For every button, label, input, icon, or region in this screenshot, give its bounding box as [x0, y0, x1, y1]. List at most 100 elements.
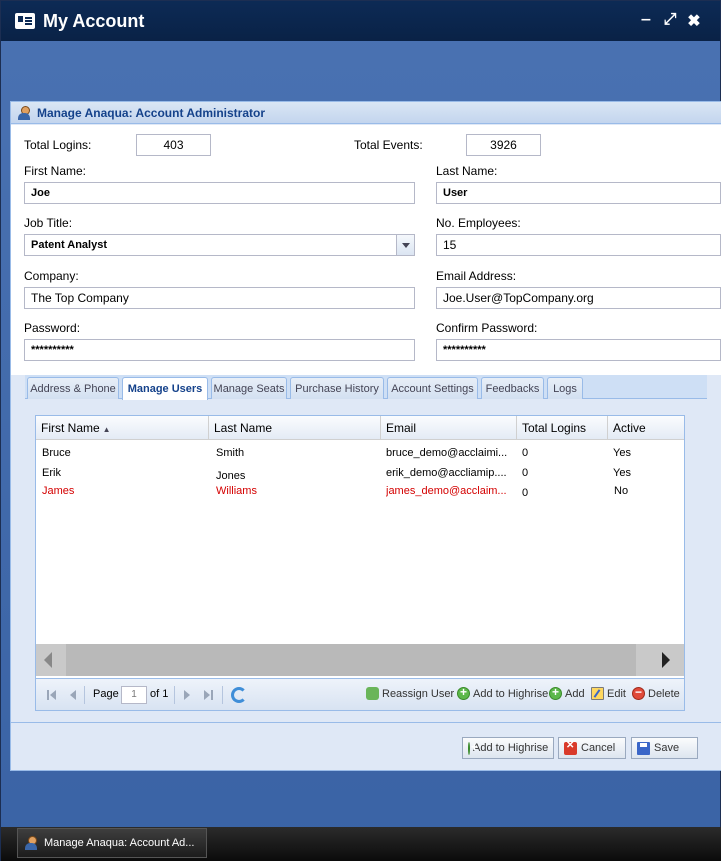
save-button[interactable]: Save — [631, 737, 698, 759]
table-row[interactable]: Bruce Smith bruce_demo@acclaimi... 0 Yes — [36, 444, 684, 464]
dialog-title: Manage Anaqua: Account Administrator — [37, 105, 266, 120]
cell-first-name: Bruce — [42, 447, 71, 459]
cancel-icon — [564, 740, 577, 755]
first-name-field[interactable]: Joe — [24, 182, 415, 204]
add-to-highrise-toolbar-button[interactable]: Add to Highrise — [457, 685, 549, 700]
next-page-icon[interactable] — [184, 690, 194, 700]
cell-email: bruce_demo@acclaimi... — [386, 447, 508, 459]
cell-first-name: James — [42, 485, 75, 497]
password-field[interactable]: ********** — [24, 339, 415, 361]
last-name-field[interactable]: User — [436, 182, 721, 204]
cell-active: Yes — [613, 467, 631, 479]
sort-asc-icon: ▲ — [102, 425, 111, 434]
last-name-label: Last Name: — [436, 164, 498, 178]
tab-strip: Address & Phone Manage Users Manage Seat… — [25, 375, 707, 400]
cell-total-logins: 0 — [522, 447, 529, 459]
window-title: My Account — [43, 10, 145, 31]
tab-account-settings[interactable]: Account Settings — [387, 377, 478, 399]
cell-email: james_demo@acclaim... — [386, 485, 507, 497]
taskbar-item-manage-anaqua[interactable]: Manage Anaqua: Account Ad... — [17, 828, 207, 858]
scroll-left-icon[interactable] — [44, 652, 52, 668]
add-icon — [457, 685, 470, 700]
column-header-active[interactable]: Active — [608, 416, 684, 440]
column-header-total-logins[interactable]: Total Logins — [517, 416, 608, 440]
scroll-thumb[interactable] — [66, 644, 636, 676]
account-form: Total Logins: 403 Total Events: 3926 Fir… — [11, 125, 721, 375]
cell-total-logins: 0 — [522, 487, 529, 499]
window-titlebar: My Account ‒ ⤢ ✖ — [1, 1, 720, 41]
add-icon — [468, 740, 478, 755]
tab-purchase-history[interactable]: Purchase History — [290, 377, 384, 399]
total-logins-field: 403 — [136, 134, 211, 156]
column-header-email[interactable]: Email — [381, 416, 517, 440]
tab-logs[interactable]: Logs — [547, 377, 583, 399]
delete-icon — [632, 685, 645, 700]
tab-address-phone[interactable]: Address & Phone — [27, 377, 119, 399]
window-controls: ‒ ⤢ ✖ — [638, 11, 702, 31]
cell-first-name: Erik — [42, 467, 61, 479]
tab-feedbacks[interactable]: Feedbacks — [481, 377, 544, 399]
first-name-label: First Name: — [24, 164, 87, 178]
job-title-label: Job Title: — [24, 216, 73, 230]
dialog-footer: Add to Highrise Cancel Save — [11, 722, 721, 770]
first-page-icon[interactable] — [47, 690, 60, 700]
edit-user-button[interactable]: Edit — [591, 687, 626, 700]
cell-email: erik_demo@accliamip.... — [386, 467, 507, 479]
employees-field[interactable]: 15 — [436, 234, 721, 256]
last-page-icon[interactable] — [204, 690, 214, 700]
account-admin-dialog: Manage Anaqua: Account Administrator Tot… — [10, 101, 721, 771]
minimize-icon[interactable]: ‒ — [638, 11, 654, 31]
reassign-user-button[interactable]: Reassign User — [366, 687, 454, 700]
cell-total-logins: 0 — [522, 467, 529, 479]
reassign-user-label: Reassign User — [382, 687, 455, 700]
job-title-select[interactable]: Patent Analyst — [24, 234, 415, 256]
chevron-down-icon[interactable] — [396, 235, 414, 255]
scroll-right-icon[interactable] — [662, 652, 670, 668]
tab-manage-seats[interactable]: Manage Seats — [211, 377, 287, 399]
email-field[interactable]: Joe.User@TopCompany.org — [436, 287, 721, 309]
maximize-icon[interactable]: ⤢ — [662, 11, 678, 31]
delete-user-button[interactable]: Delete — [632, 685, 680, 700]
add-icon — [549, 685, 562, 700]
cancel-button[interactable]: Cancel — [558, 737, 626, 759]
tab-manage-users[interactable]: Manage Users — [122, 377, 208, 400]
column-header-first-name[interactable]: First Name ▲ — [36, 416, 209, 440]
cell-last-name: Williams — [216, 485, 257, 497]
add-user-button[interactable]: Add — [549, 685, 585, 700]
page-label: Page — [93, 688, 119, 700]
cell-last-name: Jones — [216, 470, 246, 482]
total-events-label: Total Events: — [354, 138, 423, 152]
prev-page-icon[interactable] — [70, 690, 80, 700]
horizontal-scrollbar[interactable] — [36, 644, 684, 676]
taskbar: Manage Anaqua: Account Ad... — [1, 827, 721, 861]
add-to-highrise-button[interactable]: Add to Highrise — [462, 737, 554, 759]
total-logins-label: Total Logins: — [24, 138, 92, 152]
company-label: Company: — [24, 269, 79, 283]
taskbar-item-label: Manage Anaqua: Account Ad... — [44, 837, 195, 849]
page-number-input[interactable]: 1 — [121, 686, 147, 704]
confirm-password-field[interactable]: ********** — [436, 339, 721, 361]
account-card-icon — [15, 13, 35, 29]
cell-last-name: Smith — [216, 447, 245, 459]
table-row[interactable]: James Williams james_demo@acclaim... 0 N… — [36, 482, 684, 502]
user-icon — [24, 836, 38, 850]
save-label: Save — [654, 742, 680, 754]
cell-active: Yes — [613, 447, 631, 459]
password-label: Password: — [24, 321, 81, 335]
confirm-password-label: Confirm Password: — [436, 321, 538, 335]
close-icon[interactable]: ✖ — [686, 11, 702, 31]
add-to-highrise-label: Add to Highrise — [473, 687, 549, 700]
cell-active: No — [614, 485, 629, 497]
email-label: Email Address: — [436, 269, 517, 283]
table-row[interactable]: Erik Jones erik_demo@accliamip.... 0 Yes — [36, 464, 684, 484]
employees-label: No. Employees: — [436, 216, 521, 230]
edit-label: Edit — [607, 687, 626, 700]
refresh-icon[interactable] — [231, 687, 247, 703]
column-header-last-name[interactable]: Last Name — [209, 416, 381, 440]
reassign-icon — [366, 687, 379, 700]
dialog-header: Manage Anaqua: Account Administrator — [11, 102, 721, 124]
user-icon — [17, 105, 31, 120]
company-field[interactable]: The Top Company — [24, 287, 415, 309]
toolbar-separator — [222, 686, 223, 704]
job-title-value: Patent Analyst — [31, 239, 108, 251]
